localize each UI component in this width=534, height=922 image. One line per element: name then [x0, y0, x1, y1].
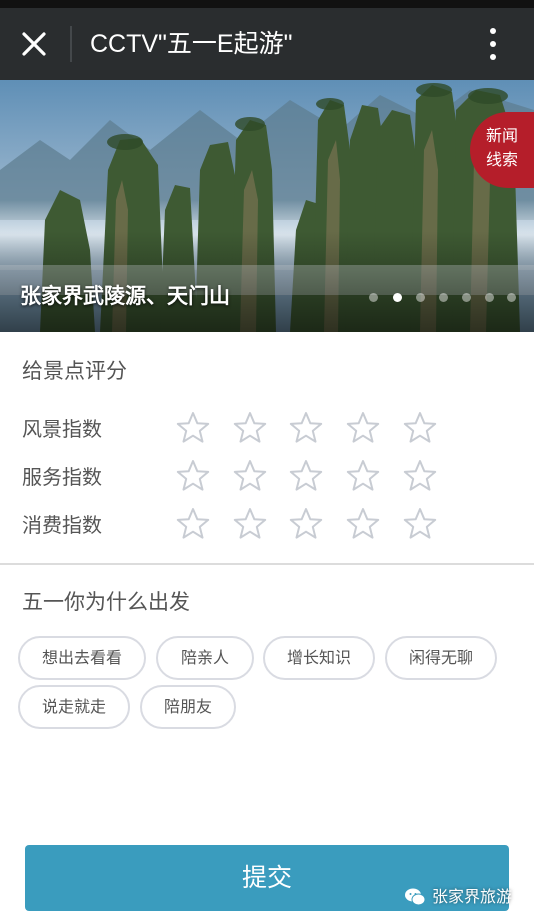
- status-bar: [0, 0, 534, 8]
- title-bar: CCTV"五一E起游": [0, 8, 534, 80]
- carousel-dot[interactable]: [416, 293, 425, 302]
- close-button[interactable]: [14, 24, 54, 64]
- star-icon: [176, 412, 210, 443]
- banner-caption: 张家界武陵源、天门山: [20, 284, 230, 308]
- star-icon: [176, 460, 210, 491]
- star-icon: [289, 460, 323, 491]
- star-rating-button[interactable]: [232, 458, 268, 494]
- star-rating-button[interactable]: [175, 458, 211, 494]
- tag-option[interactable]: 闲得无聊: [385, 636, 497, 680]
- star-rating-button[interactable]: [175, 410, 211, 446]
- wechat-icon: [405, 888, 426, 906]
- star-rating-button[interactable]: [288, 458, 324, 494]
- carousel-indicators: [369, 293, 519, 305]
- more-dot: [490, 41, 496, 47]
- tag-option[interactable]: 增长知识: [263, 636, 375, 680]
- star-rating-button[interactable]: [232, 506, 268, 542]
- star-icon: [289, 412, 323, 443]
- tag-option[interactable]: 陪亲人: [156, 636, 254, 680]
- rating-label-cost: 消费指数: [22, 513, 102, 537]
- carousel-dot[interactable]: [507, 293, 516, 302]
- star-rating-button[interactable]: [288, 410, 324, 446]
- close-icon: [22, 32, 46, 56]
- page-title: CCTV"五一E起游": [90, 30, 293, 58]
- tag-option[interactable]: 想出去看看: [18, 636, 146, 680]
- rating-label-scenery: 风景指数: [22, 417, 102, 441]
- carousel-dot[interactable]: [369, 293, 378, 302]
- watermark-text: 张家界旅游: [432, 887, 513, 906]
- more-dot: [490, 54, 496, 60]
- star-icon: [346, 412, 380, 443]
- star-rating-button[interactable]: [232, 410, 268, 446]
- star-icon: [233, 412, 267, 443]
- star-icon: [289, 508, 323, 539]
- star-icon: [403, 412, 437, 443]
- star-icon: [233, 508, 267, 539]
- carousel-dot[interactable]: [439, 293, 448, 302]
- reasons-section-title: 五一你为什么出发: [22, 590, 190, 614]
- rating-section-title: 给景点评分: [22, 359, 127, 383]
- star-icon: [233, 460, 267, 491]
- section-divider: [0, 563, 534, 565]
- star-icon: [176, 508, 210, 539]
- banner-carousel[interactable]: 张家界武陵源、天门山: [0, 80, 534, 332]
- star-rating-button[interactable]: [402, 506, 438, 542]
- carousel-dot[interactable]: [462, 293, 471, 302]
- carousel-dot[interactable]: [485, 293, 494, 302]
- star-icon: [403, 508, 437, 539]
- badge-line-1: 新闻: [486, 126, 519, 145]
- star-rating-button[interactable]: [345, 410, 381, 446]
- tag-option[interactable]: 说走就走: [18, 685, 130, 729]
- title-divider: [70, 26, 72, 62]
- rating-label-service: 服务指数: [22, 465, 102, 489]
- tag-option[interactable]: 陪朋友: [140, 685, 236, 729]
- star-icon: [346, 508, 380, 539]
- star-rating-button[interactable]: [402, 410, 438, 446]
- badge-line-2: 线索: [486, 150, 519, 169]
- star-rating-button[interactable]: [345, 506, 381, 542]
- more-dots-icon: [490, 28, 496, 34]
- star-rating-button[interactable]: [175, 506, 211, 542]
- star-icon: [403, 460, 437, 491]
- carousel-dot-active[interactable]: [393, 293, 402, 302]
- star-rating-button[interactable]: [402, 458, 438, 494]
- more-menu-button[interactable]: [476, 24, 510, 64]
- star-rating-button[interactable]: [345, 458, 381, 494]
- star-icon: [346, 460, 380, 491]
- star-rating-button[interactable]: [288, 506, 324, 542]
